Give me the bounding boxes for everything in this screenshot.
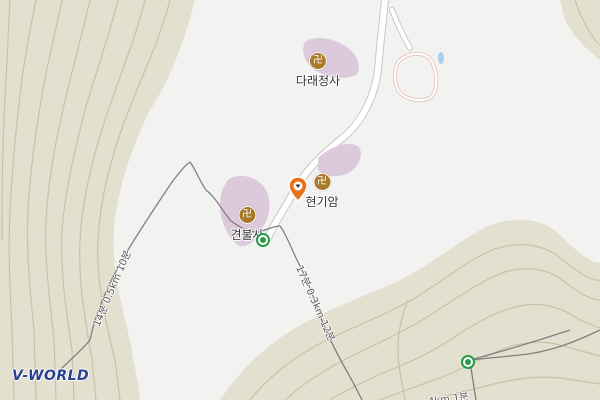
vworld-logo: V-WORLD xyxy=(12,368,90,384)
poi-hyeongi-temple[interactable]: 卍 현기암 xyxy=(305,173,339,210)
trailhead-icon[interactable] xyxy=(461,355,475,369)
temple-icon: 卍 xyxy=(313,173,331,191)
map-canvas[interactable]: 14분 0.5km 10분 17분 0.3km 12분 4km 1분 卍 다래정… xyxy=(0,0,600,400)
trailhead-icon[interactable] xyxy=(256,233,270,247)
location-pin-icon[interactable] xyxy=(288,176,308,202)
poi-label: 현기암 xyxy=(305,195,339,209)
temple-icon: 卍 xyxy=(308,52,327,70)
pond xyxy=(438,52,444,64)
poi-label: 다래정사 xyxy=(295,74,341,88)
temple-icon: 卍 xyxy=(238,206,256,224)
poi-darae-temple[interactable]: 卍 다래정사 xyxy=(296,52,340,89)
